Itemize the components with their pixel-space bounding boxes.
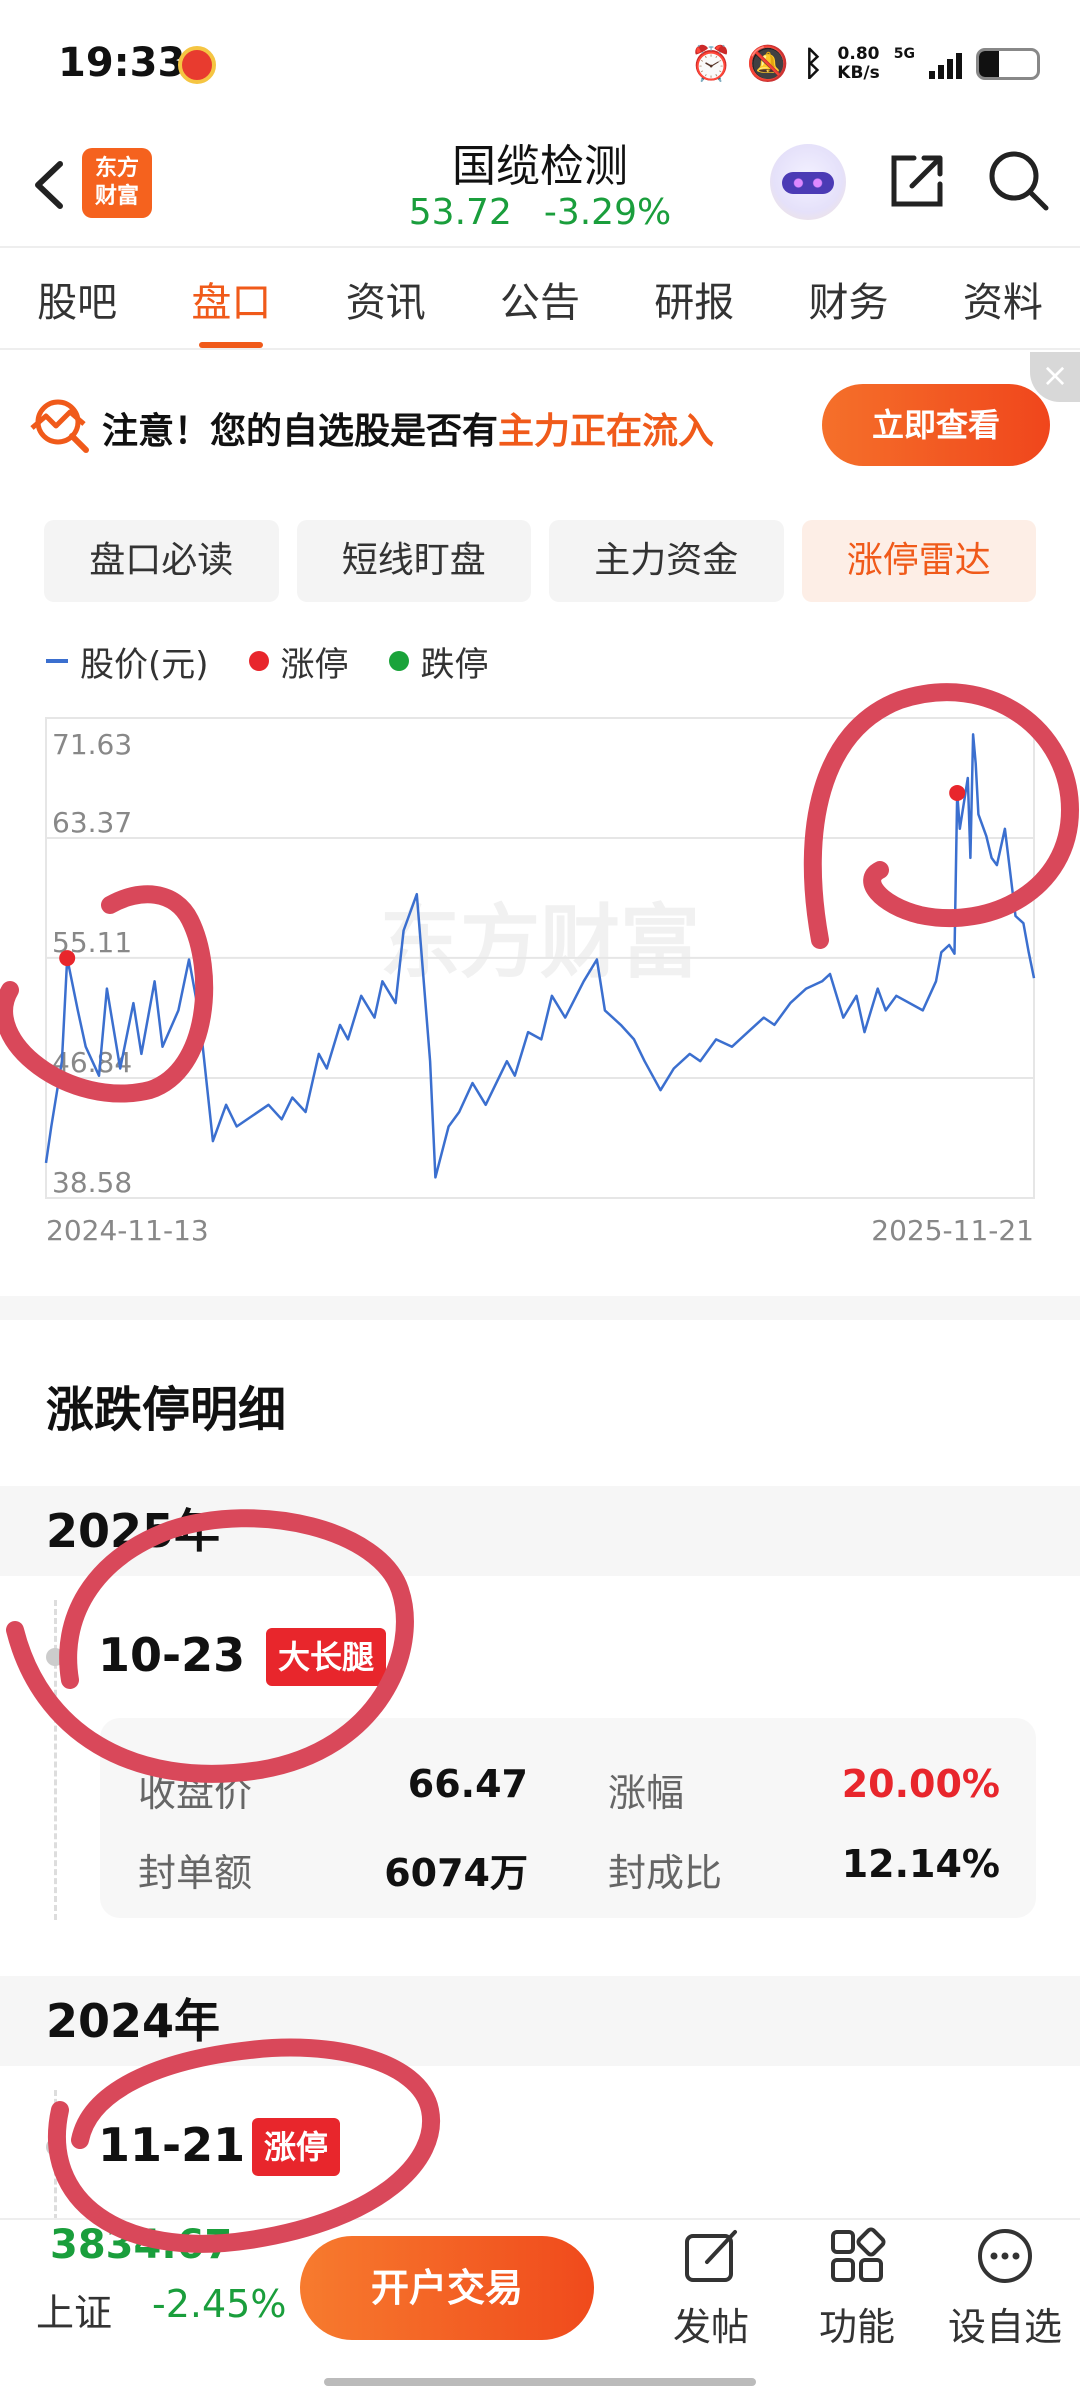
status-icons: ⏰ 🔕 ᛒ 0.80 KB/s 5G [690,42,1040,86]
stock-price: 53.72 [408,192,512,233]
timeline-dot [46,2138,64,2156]
add-watchlist-button[interactable]: 设自选 [940,2226,1070,2351]
event-date[interactable]: 11-21 [98,2118,245,2172]
tab-pankou[interactable]: 盘口 [185,270,277,348]
y-tick-label: 71.63 [52,728,132,761]
bottom-bar: 3834.67 上证 -2.45% 开户交易 发帖 功能 设自选 [0,2218,1080,2392]
close-icon[interactable]: × [1030,352,1080,402]
view-now-button[interactable]: 立即查看 [822,384,1050,466]
more-dots-icon [978,2229,1032,2283]
legend-red-dot [248,651,269,671]
gain-label: 涨幅 [608,1771,685,1815]
x-tick-label: 2025-11-21 [871,1214,1034,1247]
close-price-label: 收盘价 [138,1771,253,1815]
chart-watermark: 东方财富 [380,896,700,989]
net-speed-unit: KB/s [837,63,880,83]
legend-green-dot [388,651,409,671]
open-account-button[interactable]: 开户交易 [300,2236,594,2340]
alarm-icon: ⏰ [690,44,733,84]
status-time: 19:33 [58,40,186,86]
legend-limit-up-label: 涨停 [280,644,349,685]
section-divider [0,1296,1080,1320]
subtab-limit-radar[interactable]: 涨停雷达 [801,520,1036,602]
grid-icon [831,2227,886,2282]
sub-tabs: 盘口必读 短线盯盘 主力资金 涨停雷达 [44,520,1036,602]
trend-magnifier-icon [30,399,89,453]
event-date[interactable]: 10-23 [98,1628,245,1682]
sse-index-value[interactable]: 3834.67 [50,2222,232,2268]
sse-index-change[interactable]: -2.45% [152,2282,286,2326]
sse-index-name[interactable]: 上证 [36,2282,112,2337]
event-detail-card[interactable]: 收盘价 66.47 涨幅 20.00% 封单额 6074万 封成比 12.14% [100,1718,1036,1918]
limit-up-point [949,784,966,801]
x-tick-label: 2024-11-13 [46,1214,209,1247]
subtab-main-funds[interactable]: 主力资金 [549,520,784,602]
network-type: 5G [893,46,915,62]
signal-icon [929,49,962,79]
seal-ratio-label: 封成比 [608,1851,723,1895]
y-tick-label: 63.37 [52,806,132,839]
mute-bell-icon: 🔕 [746,44,789,84]
event-tag-limit-up: 涨停 [252,2118,341,2176]
add-watchlist-label: 设自选 [947,2305,1062,2349]
tab-announcements[interactable]: 公告 [494,270,586,328]
tab-news[interactable]: 资讯 [340,270,432,328]
bluetooth-icon: ᛒ [802,44,824,84]
legend-limit-down: 跌停 [388,637,489,686]
post-button[interactable]: 发帖 [646,2226,776,2351]
notice-highlight: 主力正在流入 [498,411,715,452]
y-tick-label: 38.58 [52,1166,132,1199]
stock-header: 东方 财富 国缆检测 53.72 -3.29% [0,130,1080,248]
tab-guba[interactable]: 股吧 [31,270,123,328]
chart-legend: 股价(元) 涨停 跌停 [46,636,489,686]
year-header-2024: 2024年 [0,1976,1080,2066]
subtab-short-term[interactable]: 短线盯盘 [296,520,531,602]
legend-price-label: 股价(元) [80,644,209,685]
main-tabs: 股吧 盘口 资讯 公告 研报 财务 资料 [0,250,1080,350]
timeline-dot [46,1648,64,1666]
net-speed: 0.80 KB/s [837,45,879,83]
net-speed-value: 0.80 [837,44,880,64]
seal-amount-value: 6074万 [384,1851,528,1895]
home-indicator[interactable] [324,2378,756,2386]
legend-limit-down-label: 跌停 [420,644,489,685]
ai-assistant-icon[interactable] [770,144,846,220]
functions-button[interactable]: 功能 [792,2226,922,2351]
stock-change: -3.29% [543,192,672,233]
limit-detail-title: 涨跌停明细 [46,1382,287,1438]
notification-app-icon [178,46,216,84]
limit-up-point [59,950,76,967]
legend-price: 股价(元) [46,637,209,686]
year-header-2025: 2025年 [0,1486,1080,1576]
battery-icon [976,48,1040,80]
legend-line-swatch [46,659,68,663]
functions-label: 功能 [818,2305,895,2349]
subtab-must-read[interactable]: 盘口必读 [44,520,279,602]
seal-amount-label: 封单额 [138,1851,253,1895]
search-icon[interactable] [984,146,1054,216]
status-bar: 19:33 ⏰ 🔕 ᛒ 0.80 KB/s 5G [0,0,1080,130]
post-label: 发帖 [672,2305,749,2349]
notice-text: 注意！您的自选股是否有主力正在流入 [102,402,714,454]
seal-ratio-value: 12.14% [841,1842,1000,1886]
legend-limit-up: 涨停 [248,637,349,686]
capital-flow-notice: × 注意！您的自选股是否有主力正在流入 立即查看 [0,352,1080,500]
notice-prefix: 注意！您的自选股是否有 [102,411,499,452]
tab-finance[interactable]: 财务 [803,270,895,328]
gain-value: 20.00% [841,1762,1000,1806]
tab-profile[interactable]: 资料 [957,270,1049,328]
tab-research[interactable]: 研报 [648,270,740,328]
event-tag-long-leg: 大长腿 [266,1628,387,1686]
close-price-value: 66.47 [407,1762,528,1806]
edit-icon [685,2230,737,2282]
price-chart-svg: 东方财富71.6363.3755.1146.8438.582024-11-13 2… [44,717,1036,1247]
price-chart[interactable]: 东方财富 71.63 63.37 55.11 46.84 38.58 2024-11-13 2… [0,700,1080,1260]
share-icon[interactable] [884,148,950,214]
